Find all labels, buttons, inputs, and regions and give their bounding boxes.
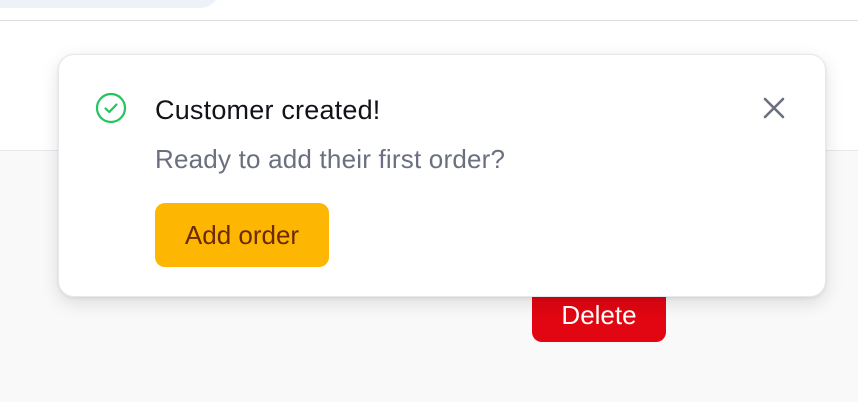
close-icon: [759, 97, 789, 126]
success-toast: Customer created! Ready to add their fir…: [58, 54, 826, 297]
check-circle-icon: [95, 92, 127, 124]
header-divider: [0, 20, 858, 21]
top-tab-pill: [0, 0, 220, 8]
toast-message: Ready to add their first order?: [155, 144, 506, 174]
close-button[interactable]: [759, 93, 789, 123]
toast-title: Customer created!: [155, 95, 381, 125]
add-order-button[interactable]: Add order: [155, 203, 329, 267]
